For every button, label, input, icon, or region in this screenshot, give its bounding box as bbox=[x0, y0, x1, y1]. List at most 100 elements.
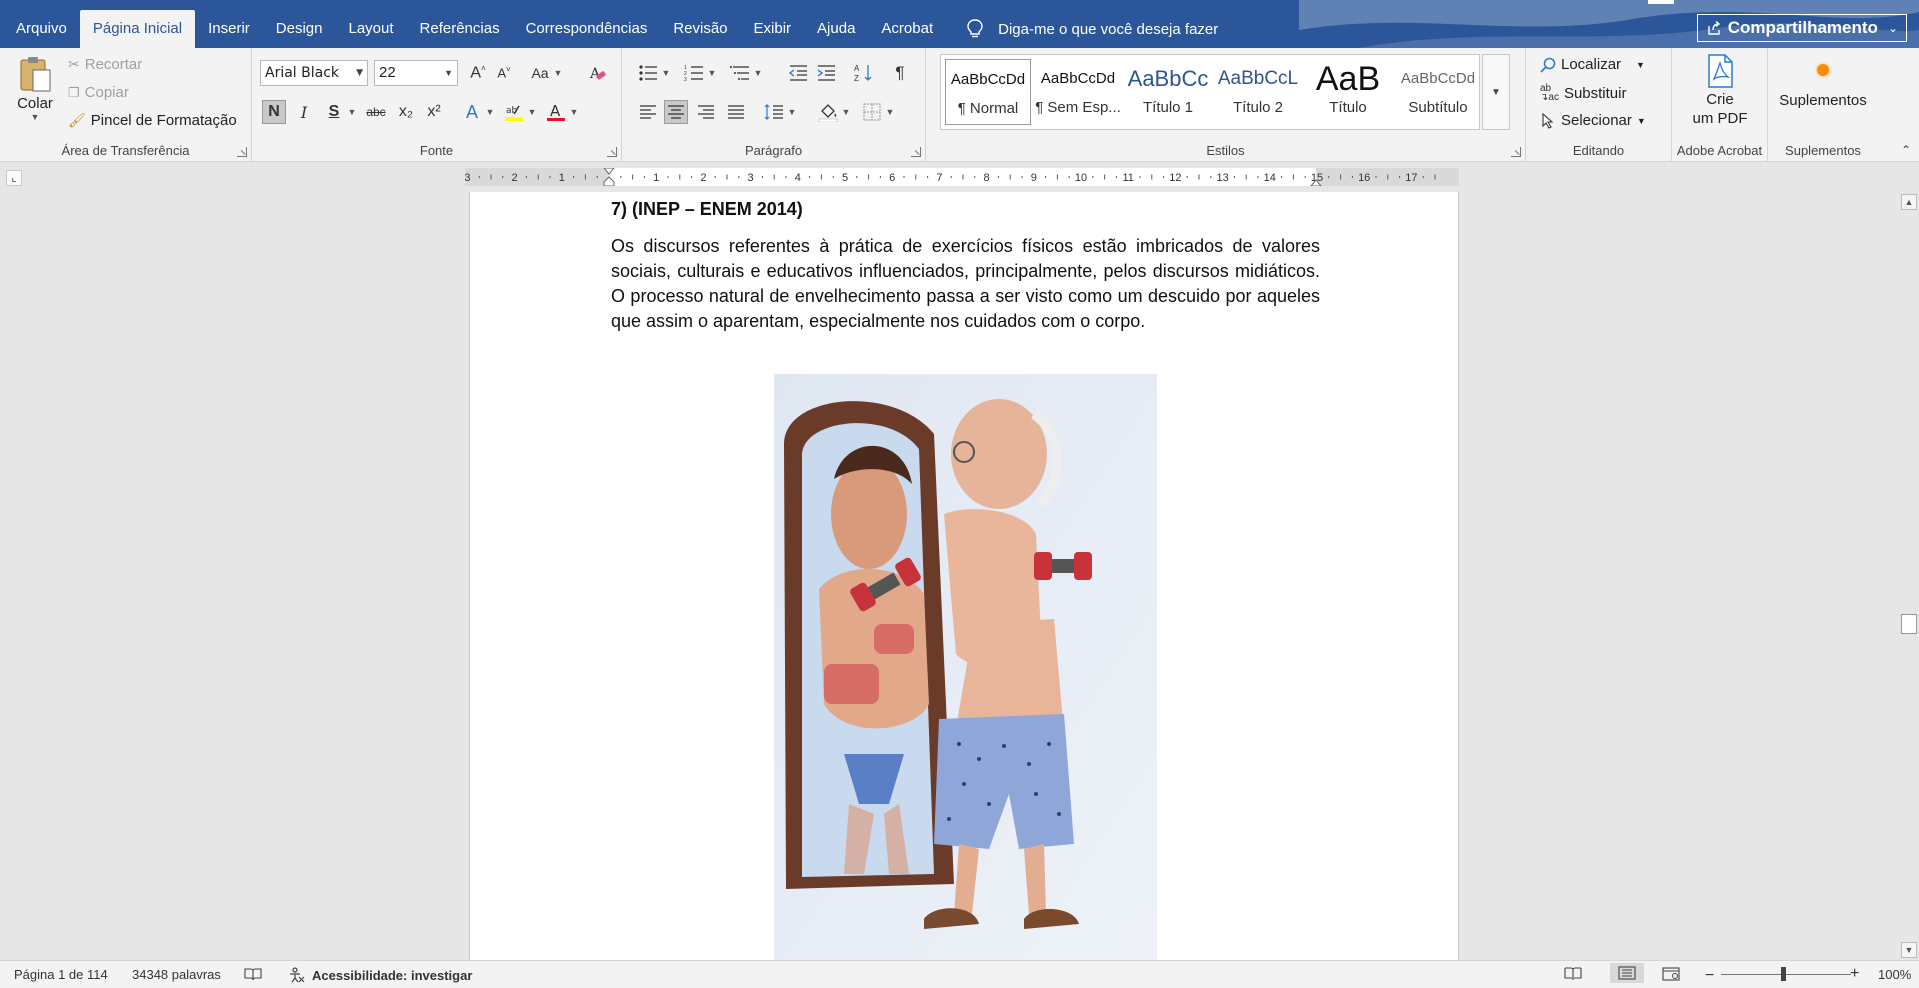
underline-button[interactable]: S bbox=[322, 100, 346, 124]
first-line-indent-marker[interactable] bbox=[603, 168, 615, 175]
sort-button[interactable]: AZ bbox=[852, 61, 876, 85]
elderly-man-mirror-illustration[interactable] bbox=[774, 374, 1157, 960]
format-painter-button[interactable]: 🖌 Pincel de Formatação bbox=[68, 112, 237, 129]
zoom-in-button[interactable]: + bbox=[1850, 965, 1859, 983]
zoom-level[interactable]: 100% bbox=[1878, 967, 1911, 982]
chevron-down-icon[interactable]: ▼ bbox=[786, 100, 798, 124]
word-count[interactable]: 34348 palavras bbox=[132, 967, 221, 982]
cut-button[interactable]: ✂ Recortar bbox=[68, 56, 142, 73]
tab-exibir[interactable]: Exibir bbox=[741, 10, 805, 48]
tab-revisao[interactable]: Revisão bbox=[660, 10, 740, 48]
highlight-button[interactable]: ab bbox=[502, 100, 526, 124]
share-button[interactable]: Compartilhamento ⌄ bbox=[1696, 14, 1907, 42]
shrink-font-button[interactable]: A˅ bbox=[492, 61, 516, 85]
ribbon-tabs: Arquivo Página Inicial Inserir Design La… bbox=[0, 0, 1218, 48]
justify-button[interactable] bbox=[724, 100, 748, 124]
tab-referencias[interactable]: Referências bbox=[407, 10, 513, 48]
addins-button[interactable]: Suplementos bbox=[1774, 58, 1872, 109]
horizontal-ruler[interactable]: 3 2 1 1 2 3 4 5 6 7 8 9 10 11 12 13 14 15 16 17 bbox=[465, 168, 1459, 186]
hanging-indent-marker[interactable] bbox=[603, 176, 615, 186]
line-spacing-button[interactable] bbox=[762, 100, 786, 124]
tab-correspondencias[interactable]: Correspondências bbox=[513, 10, 661, 48]
tab-inserir[interactable]: Inserir bbox=[195, 10, 263, 48]
tab-design[interactable]: Design bbox=[263, 10, 336, 48]
read-mode-button[interactable] bbox=[1564, 967, 1582, 981]
style-title[interactable]: AaB Título bbox=[1305, 59, 1391, 125]
tab-layout[interactable]: Layout bbox=[335, 10, 406, 48]
dialog-launcher-icon[interactable] bbox=[607, 147, 617, 157]
tab-acrobat[interactable]: Acrobat bbox=[868, 10, 946, 48]
clipboard-group: Colar ▼ ✂ Recortar ❐ Copiar 🖌 Pincel de … bbox=[0, 48, 252, 162]
chevron-down-icon[interactable]: ▼ bbox=[484, 100, 496, 124]
superscript-button[interactable]: x² bbox=[422, 100, 446, 124]
accessibility-status[interactable]: Acessibilidade: investigar bbox=[288, 967, 472, 983]
font-color-button[interactable]: A bbox=[544, 100, 568, 124]
style-heading-1[interactable]: AaBbCc Título 1 bbox=[1125, 59, 1211, 125]
increase-indent-button[interactable] bbox=[814, 61, 838, 85]
ribbon: Colar ▼ ✂ Recortar ❐ Copiar 🖌 Pincel de … bbox=[0, 48, 1919, 162]
zoom-out-button[interactable]: − bbox=[1705, 967, 1714, 985]
subscript-button[interactable]: x₂ bbox=[394, 100, 418, 124]
clear-formatting-button[interactable]: A bbox=[586, 61, 610, 85]
select-button[interactable]: Selecionar ▼ bbox=[1540, 112, 1646, 129]
bold-button[interactable]: N bbox=[262, 100, 286, 124]
create-pdf-button[interactable]: Crie um PDF bbox=[1682, 54, 1758, 128]
font-name-combo[interactable]: Arial Black ▼ bbox=[260, 60, 368, 86]
collapse-ribbon-icon[interactable]: ⌃ bbox=[1901, 143, 1911, 157]
multilevel-list-button[interactable] bbox=[728, 61, 752, 85]
dialog-launcher-icon[interactable] bbox=[237, 147, 247, 157]
align-right-button[interactable] bbox=[694, 100, 718, 124]
align-center-button[interactable] bbox=[664, 100, 688, 124]
style-heading-2[interactable]: AaBbCcL Título 2 bbox=[1215, 59, 1301, 125]
scroll-down-button[interactable]: ▼ bbox=[1901, 942, 1917, 958]
bullets-button[interactable] bbox=[636, 61, 660, 85]
tab-ajuda[interactable]: Ajuda bbox=[804, 10, 868, 48]
scroll-thumb[interactable] bbox=[1901, 614, 1917, 634]
chevron-down-icon[interactable]: ▼ bbox=[346, 100, 358, 124]
shading-button[interactable] bbox=[816, 100, 840, 124]
borders-button[interactable] bbox=[860, 100, 884, 124]
show-formatting-button[interactable]: ¶ bbox=[888, 61, 912, 85]
chevron-down-icon[interactable]: ▼ bbox=[884, 100, 896, 124]
scroll-up-button[interactable]: ▲ bbox=[1901, 194, 1917, 210]
italic-button[interactable]: I bbox=[292, 100, 316, 124]
dialog-launcher-icon[interactable] bbox=[911, 147, 921, 157]
zoom-slider-thumb[interactable] bbox=[1781, 967, 1786, 981]
zoom-slider-track[interactable] bbox=[1721, 974, 1851, 975]
decrease-indent-button[interactable] bbox=[786, 61, 810, 85]
proofing-status[interactable] bbox=[244, 967, 262, 981]
chevron-down-icon[interactable]: ▼ bbox=[752, 61, 764, 85]
chevron-down-icon[interactable]: ▼ bbox=[568, 100, 580, 124]
print-layout-button[interactable] bbox=[1610, 963, 1644, 983]
find-button[interactable]: Localizar ▼ bbox=[1540, 56, 1645, 73]
page-count[interactable]: Página 1 de 114 bbox=[14, 967, 108, 982]
style-name: ¶ Sem Esp... bbox=[1035, 99, 1121, 116]
paste-button[interactable]: Colar ▼ bbox=[12, 54, 58, 130]
dialog-launcher-icon[interactable] bbox=[1511, 147, 1521, 157]
text-effects-button[interactable]: A bbox=[460, 100, 484, 124]
style-subtitle[interactable]: AaBbCcDd Subtítulo bbox=[1395, 59, 1481, 125]
tab-selector[interactable]: ⌞ bbox=[6, 170, 22, 186]
vertical-scrollbar[interactable]: ▲ ▼ bbox=[1899, 192, 1919, 960]
chevron-down-icon[interactable]: ▼ bbox=[840, 100, 852, 124]
styles-more-button[interactable]: ▼ bbox=[1482, 54, 1510, 130]
grow-font-button[interactable]: A˄ bbox=[466, 61, 490, 85]
numbering-button[interactable]: 123 bbox=[682, 61, 706, 85]
tab-arquivo[interactable]: Arquivo bbox=[0, 10, 80, 48]
chevron-down-icon[interactable]: ▼ bbox=[660, 61, 672, 85]
strikethrough-button[interactable]: abc bbox=[362, 100, 390, 124]
document-page[interactable]: 7) (INEP – ENEM 2014) Os discursos refer… bbox=[469, 192, 1459, 960]
align-left-button[interactable] bbox=[636, 100, 660, 124]
chevron-down-icon[interactable]: ▼ bbox=[706, 61, 718, 85]
copy-button[interactable]: ❐ Copiar bbox=[68, 84, 129, 101]
style-normal[interactable]: AaBbCcDd ¶ Normal bbox=[945, 59, 1031, 125]
style-no-spacing[interactable]: AaBbCcDd ¶ Sem Esp... bbox=[1035, 59, 1121, 125]
change-case-button[interactable]: Aa bbox=[528, 61, 552, 85]
chevron-down-icon[interactable]: ▼ bbox=[526, 100, 538, 124]
web-layout-button[interactable] bbox=[1662, 967, 1680, 981]
font-size-combo[interactable]: 22 ▼ bbox=[374, 60, 458, 86]
tell-me-search[interactable]: Diga-me o que você deseja fazer bbox=[966, 10, 1218, 48]
replace-button[interactable]: ab ↴ac Substituir bbox=[1540, 84, 1626, 103]
tab-pagina-inicial[interactable]: Página Inicial bbox=[79, 10, 196, 48]
chevron-down-icon[interactable]: ▼ bbox=[552, 61, 564, 85]
